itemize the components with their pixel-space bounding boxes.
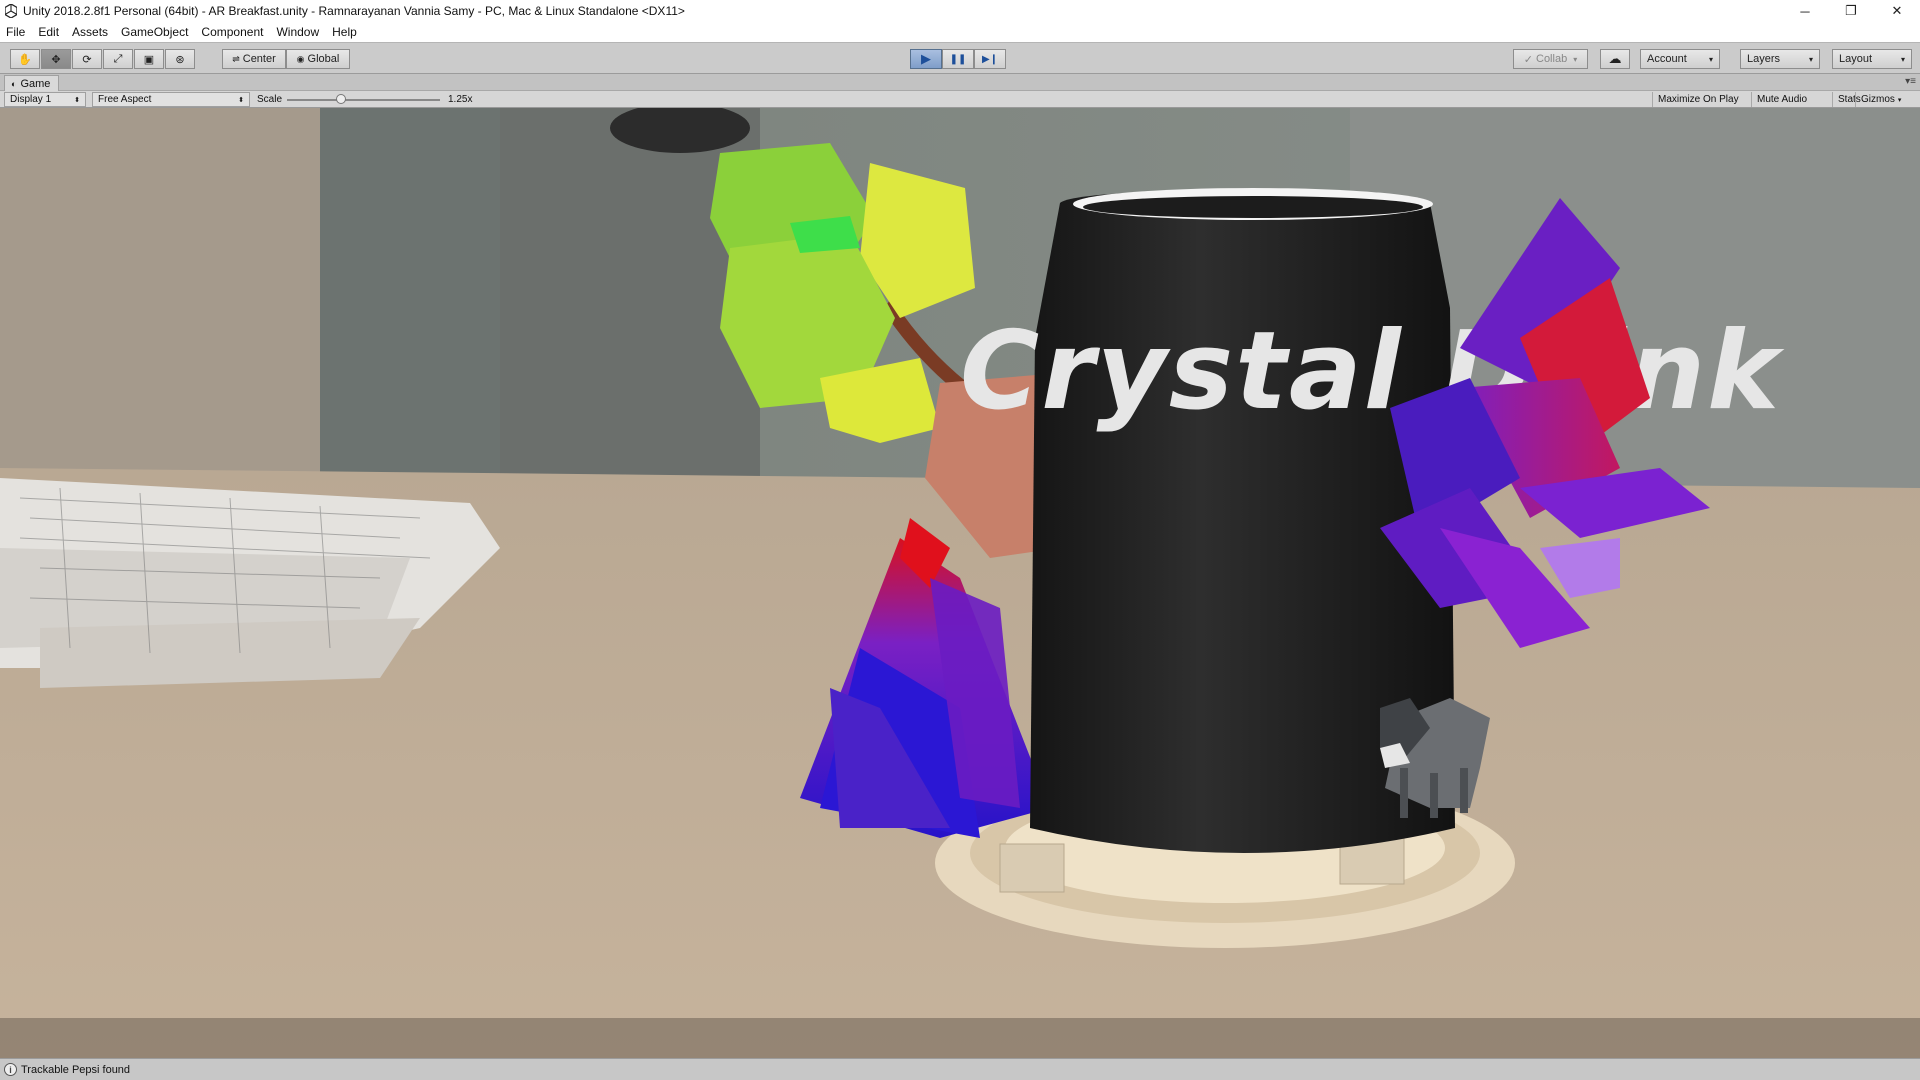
game-tab-strip: ◐ Game ▾≡ xyxy=(0,75,1920,91)
scale-label: Scale xyxy=(257,94,283,105)
pause-button[interactable]: ❚❚ xyxy=(942,49,974,69)
step-icon: ▶❙ xyxy=(981,53,999,65)
menu-gameobject[interactable]: GameObject xyxy=(121,25,188,39)
cloud-button[interactable]: ☁ xyxy=(1600,49,1630,69)
can-label-text: Crystal Drink xyxy=(960,309,1785,434)
game-viewport[interactable]: Crystal Drink xyxy=(0,108,1920,1058)
chevron-down-icon: ▾ xyxy=(1808,54,1813,64)
globe-icon: ◉ xyxy=(296,53,305,64)
gizmos-dropdown[interactable]: Gizmos ▾ xyxy=(1855,92,1906,107)
step-button[interactable]: ▶❙ xyxy=(974,49,1006,69)
aspect-dropdown[interactable]: Free Aspect ⬍ xyxy=(92,92,250,107)
play-icon: ▶ xyxy=(921,51,931,66)
game-controller-icon: ◐ xyxy=(11,78,17,89)
menu-help[interactable]: Help xyxy=(332,25,357,39)
rect-icon: ▣ xyxy=(143,53,155,66)
collab-check-icon: ✓ xyxy=(1523,53,1533,66)
hand-tool-button[interactable]: ✋ xyxy=(10,49,40,69)
transform-tool-button[interactable]: ⊛ xyxy=(165,49,195,69)
status-message[interactable]: Trackable Pepsi found xyxy=(21,1064,130,1076)
unity-logo-icon xyxy=(0,0,22,22)
pivot-center-button[interactable]: ⇌ Center xyxy=(222,49,286,69)
transform-icon: ⊛ xyxy=(175,53,185,66)
game-view-toolbar: Display 1 ⬍ Free Aspect ⬍ Scale 1.25 x Ma… xyxy=(0,91,1920,108)
window-title: Unity 2018.2.8f1 Personal (64bit) - AR B… xyxy=(23,4,685,18)
menu-bar: File Edit Assets GameObject Component Wi… xyxy=(0,22,1920,42)
restore-button[interactable]: ❐ xyxy=(1828,0,1874,22)
hand-icon: ✋ xyxy=(18,53,32,66)
menu-assets[interactable]: Assets xyxy=(72,25,108,39)
chevron-down-icon: ▾ xyxy=(1900,54,1905,64)
scale-slider-track[interactable] xyxy=(287,99,440,101)
pivot-icon: ⇌ xyxy=(232,53,240,64)
scale-tool-button[interactable]: ⤢ xyxy=(103,49,133,69)
rotate-tool-button[interactable]: ⟳ xyxy=(72,49,102,69)
updown-icon: ⬍ xyxy=(238,96,244,104)
rect-tool-button[interactable]: ▣ xyxy=(134,49,164,69)
move-tool-button[interactable]: ✥ xyxy=(41,49,71,69)
pivot-global-button[interactable]: ◉ Global xyxy=(286,49,350,69)
info-icon: i xyxy=(4,1063,17,1076)
chevron-down-icon: ▾ xyxy=(1897,96,1902,104)
cloud-icon: ☁ xyxy=(1608,51,1622,66)
minimize-button[interactable]: ─ xyxy=(1782,0,1828,22)
display-dropdown[interactable]: Display 1 ⬍ xyxy=(4,92,86,107)
move-icon: ✥ xyxy=(51,53,61,66)
chevron-down-icon: ▾ xyxy=(1708,54,1713,64)
account-dropdown[interactable]: Account ▾ xyxy=(1640,49,1720,69)
play-button[interactable]: ▶ xyxy=(910,49,942,69)
layers-dropdown[interactable]: Layers ▾ xyxy=(1740,49,1820,69)
status-bar: i Trackable Pepsi found xyxy=(0,1058,1920,1080)
scale-slider-thumb[interactable] xyxy=(335,94,346,104)
menu-edit[interactable]: Edit xyxy=(38,25,59,39)
menu-component[interactable]: Component xyxy=(201,25,263,39)
pause-icon: ❚❚ xyxy=(949,53,967,65)
tab-menu-icon[interactable]: ▾≡ xyxy=(1905,76,1916,87)
layout-dropdown[interactable]: Layout ▾ xyxy=(1832,49,1912,69)
updown-icon: ⬍ xyxy=(74,96,80,104)
close-button[interactable]: ✕ xyxy=(1874,0,1920,22)
scale-value: 1.25 x xyxy=(448,94,473,105)
maximize-on-play-toggle[interactable]: Maximize On Play xyxy=(1652,92,1744,107)
tab-game[interactable]: ◐ Game xyxy=(4,75,60,91)
main-toolbar: ✋ ✥ ⟳ ⤢ ▣ ⊛ ⇌ Center ◉ Global ▶ ❚❚ ▶❙ ✓ Col… xyxy=(0,42,1920,74)
rotate-icon: ⟳ xyxy=(82,53,92,66)
menu-window[interactable]: Window xyxy=(276,25,319,39)
menu-file[interactable]: File xyxy=(6,25,25,39)
title-bar: Unity 2018.2.8f1 Personal (64bit) - AR B… xyxy=(0,0,1920,22)
ar-scene-render: Crystal Drink xyxy=(0,108,1920,1058)
collab-button[interactable]: ✓ Collab ▾ xyxy=(1513,49,1588,69)
scale-icon: ⤢ xyxy=(113,52,123,65)
mute-audio-toggle[interactable]: Mute Audio xyxy=(1751,92,1812,107)
